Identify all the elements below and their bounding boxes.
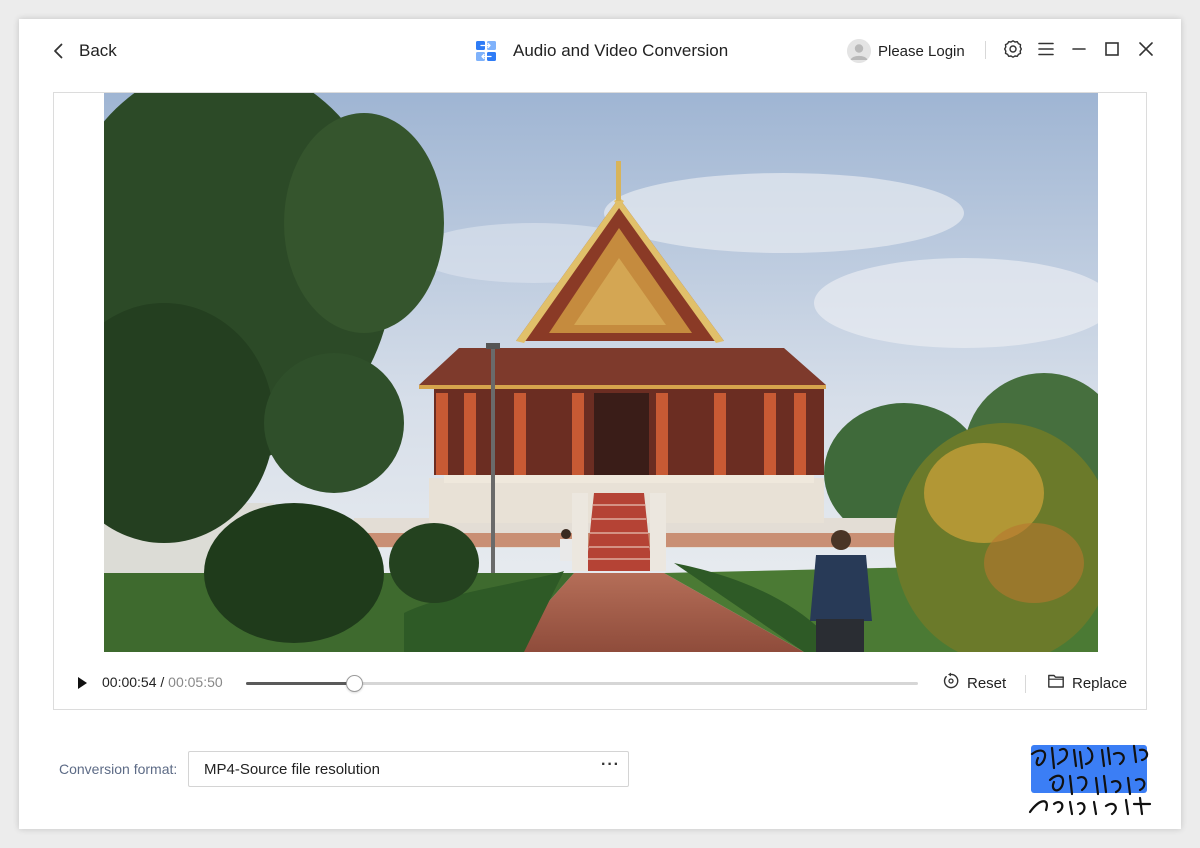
login-button[interactable]: Please Login: [847, 38, 965, 64]
player-controls: 00:00:54 / 00:05:50 Reset Replace: [54, 663, 1146, 703]
progress-handle[interactable]: [345, 675, 363, 692]
menu-button[interactable]: [1034, 39, 1058, 63]
convert-button[interactable]: [1031, 745, 1147, 793]
progress-fill: [246, 682, 354, 685]
minimize-icon: [1070, 40, 1088, 63]
title-bar: Back Audio and Video Conversion Please L…: [19, 19, 1181, 83]
more-options-icon[interactable]: ···: [601, 756, 620, 774]
back-button[interactable]: Back: [49, 37, 117, 65]
back-arrow-icon: [49, 41, 69, 61]
conversion-format-label: Conversion format:: [59, 761, 178, 777]
controls-divider: [1025, 675, 1026, 693]
total-duration: 00:05:50: [168, 674, 223, 690]
folder-icon: [1047, 672, 1072, 694]
temple-scene-image: [104, 93, 1098, 652]
settings-button[interactable]: [1001, 39, 1025, 63]
back-label: Back: [79, 41, 117, 60]
maximize-button[interactable]: [1100, 39, 1124, 63]
current-time: 00:00:54: [102, 674, 157, 690]
reset-label: Reset: [967, 674, 1007, 692]
minimize-button[interactable]: [1067, 39, 1091, 63]
close-icon: [1137, 40, 1155, 63]
replace-button[interactable]: Replace: [1047, 671, 1127, 695]
login-label: Please Login: [878, 42, 965, 60]
app-logo-icon: [475, 40, 497, 62]
progress-track[interactable]: [246, 675, 918, 692]
page-title: Audio and Video Conversion: [513, 41, 729, 60]
time-readout: 00:00:54 / 00:05:50: [102, 674, 223, 690]
maximize-icon: [1103, 40, 1121, 63]
window-title: Audio and Video Conversion: [475, 37, 728, 65]
play-button[interactable]: [74, 675, 90, 691]
video-frame[interactable]: [104, 93, 1098, 652]
play-icon: [74, 677, 90, 695]
header-divider: [985, 41, 986, 59]
gear-icon: [1003, 39, 1023, 64]
reset-button[interactable]: Reset: [942, 671, 1006, 695]
conversion-format-select[interactable]: MP4-Source file resolution ···: [188, 751, 629, 787]
close-button[interactable]: [1134, 39, 1158, 63]
preview-panel: 00:00:54 / 00:05:50 Reset Replace: [53, 92, 1147, 710]
user-avatar-icon: [847, 39, 871, 63]
replace-label: Replace: [1072, 674, 1128, 692]
app-window: Back Audio and Video Conversion Please L…: [19, 19, 1181, 829]
conversion-format-value: MP4-Source file resolution: [204, 761, 380, 778]
time-separator: /: [156, 674, 169, 690]
reset-icon: [942, 672, 967, 694]
menu-icon: [1037, 40, 1055, 63]
